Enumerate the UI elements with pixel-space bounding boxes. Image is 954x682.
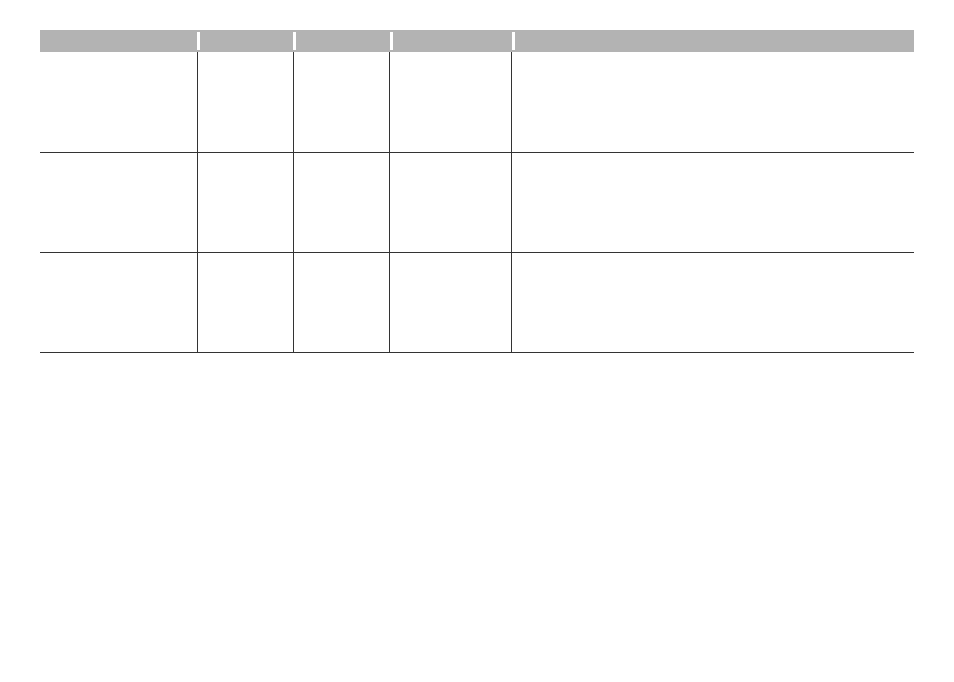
table-cell <box>293 152 389 252</box>
table-header-row <box>40 30 914 52</box>
table-header-cell <box>197 30 293 52</box>
table-header-cell <box>512 30 914 52</box>
table-row <box>40 252 914 352</box>
table-header-cell <box>390 30 512 52</box>
table-cell <box>197 252 293 352</box>
table-cell <box>390 152 512 252</box>
table-cell <box>512 52 914 152</box>
data-table <box>40 30 914 353</box>
table-cell <box>40 52 197 152</box>
table-cell <box>512 152 914 252</box>
table-row <box>40 152 914 252</box>
table-header-cell <box>293 30 389 52</box>
table-cell <box>390 252 512 352</box>
table-cell <box>293 252 389 352</box>
table-row <box>40 52 914 152</box>
table-cell <box>40 252 197 352</box>
table-cell <box>512 252 914 352</box>
table-cell <box>40 152 197 252</box>
table-cell <box>197 52 293 152</box>
table-header-cell <box>40 30 197 52</box>
table-cell <box>390 52 512 152</box>
table-cell <box>293 52 389 152</box>
table-cell <box>197 152 293 252</box>
